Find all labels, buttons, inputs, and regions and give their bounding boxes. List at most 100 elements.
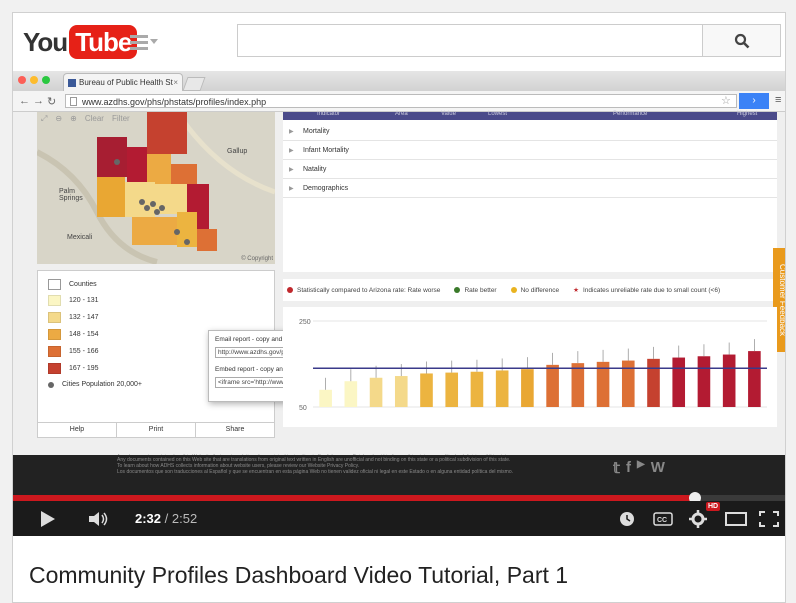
clock-icon	[620, 511, 634, 526]
volume-icon	[89, 511, 108, 526]
chart-bar	[672, 357, 686, 407]
y-tick-label: 50	[299, 405, 307, 412]
chart-svg: 50 250	[299, 319, 767, 412]
map-toolbar: ⤢ ⊖ ⊕ Clear Filter	[41, 114, 130, 123]
forward-icon: →	[33, 95, 44, 107]
county-region	[97, 137, 127, 177]
gear-icon	[689, 509, 707, 528]
social-icons: 𝕥 f ▶ W	[613, 459, 665, 477]
footer-disclaimer: Any documents contained on this Web site…	[117, 457, 514, 475]
chart-bar	[748, 351, 761, 407]
hd-badge: HD	[706, 502, 721, 511]
print-button[interactable]: Print	[117, 423, 196, 437]
browser-tab: Bureau of Public Health St ×	[63, 73, 183, 91]
legend-title: Counties	[48, 279, 97, 290]
chart-bar	[369, 377, 383, 407]
guide-menu-icon[interactable]	[130, 35, 158, 51]
video-frame-bottom: Any documents contained on this Web site…	[13, 455, 785, 495]
zoom-out-icon: ⊖	[55, 114, 63, 123]
chart-bar	[319, 389, 332, 407]
youtube-icon: ▶	[636, 459, 645, 470]
play-button[interactable]	[37, 501, 57, 536]
y-tick-label: 250	[299, 319, 311, 326]
table-header: Indicator Area Value Lowest Performance …	[283, 111, 777, 120]
watch-later-button[interactable]	[619, 501, 635, 536]
window-controls	[18, 76, 50, 84]
fullscreen-button[interactable]	[759, 501, 779, 536]
reload-icon: ↻	[47, 96, 57, 108]
search-button[interactable]	[703, 24, 781, 57]
bookmark-star-icon: ☆	[721, 95, 731, 107]
legend-cities: Cities Population 20,000+	[48, 381, 142, 388]
captions-icon: CC	[653, 511, 673, 526]
chart-bar	[697, 356, 711, 407]
city-dot-icon	[48, 381, 54, 388]
expand-arrow-icon: ▶	[289, 166, 294, 173]
legend-item: 148 - 154	[48, 329, 99, 340]
theater-icon	[725, 511, 747, 526]
fullscreen-icon	[759, 510, 779, 527]
map-place-label: Gallup	[227, 148, 248, 155]
chart-bar	[571, 363, 585, 407]
table-row[interactable]: ▶ Mortality	[283, 122, 777, 141]
theater-mode-button[interactable]	[725, 501, 747, 536]
legend-swatch	[48, 363, 61, 374]
chart-bar	[495, 370, 509, 407]
table-row[interactable]: ▶ Demographics	[283, 179, 777, 198]
legend-item: 155 - 166	[48, 346, 99, 357]
back-icon: ←	[19, 95, 30, 107]
chart-bar	[647, 358, 660, 407]
settings-button[interactable]	[689, 501, 707, 536]
address-bar: www.azdhs.gov/phs/phstats/profiles/index…	[65, 94, 737, 108]
youtube-logo[interactable]: You Tube	[23, 25, 138, 59]
browser-tabbar: Bureau of Public Health St ×	[13, 71, 785, 91]
play-icon	[41, 510, 55, 527]
county-map: ⤢ ⊖ ⊕ Clear Filter Gallup Palm Springs M…	[37, 112, 275, 264]
dashboard-page: ⤢ ⊖ ⊕ Clear Filter Gallup Palm Springs M…	[13, 111, 785, 472]
search-input[interactable]	[237, 24, 703, 57]
chart-bar	[521, 369, 534, 407]
key-item: Statistically compared to Arizona rate: …	[287, 287, 440, 294]
chart-bar	[344, 381, 358, 407]
comparison-chart: 50 250	[283, 307, 777, 427]
youtube-page: You Tube Bureau of Public Health St × ← …	[12, 12, 786, 603]
asterisk-icon: ★	[573, 287, 579, 294]
table-row[interactable]: ▶ Infant Mortality	[283, 141, 777, 160]
wordpress-icon: W	[650, 459, 665, 476]
facebook-icon: f	[625, 459, 631, 476]
player-controls: 2:32 / 2:52 CC HD	[13, 501, 785, 536]
captions-button[interactable]: CC	[653, 501, 673, 536]
browser-toolbar: ← → ↻ www.azdhs.gov/phs/phstats/profiles…	[13, 91, 785, 112]
chart-bar	[420, 373, 433, 407]
map-place-label: Mexicali	[67, 234, 93, 241]
legend-item: 132 - 147	[48, 312, 99, 323]
map-copyright: © Copyright	[241, 256, 273, 262]
checkbox-icon	[48, 279, 61, 290]
time-display: 2:32 / 2:52	[135, 511, 198, 526]
volume-button[interactable]	[87, 501, 111, 536]
significance-key: Statistically compared to Arizona rate: …	[283, 279, 777, 301]
expand-arrow-icon: ▶	[289, 128, 294, 135]
chart-bar	[445, 372, 459, 407]
chart-bar	[621, 360, 635, 407]
expand-arrow-icon: ▶	[289, 185, 294, 192]
zoom-in-icon: ⊕	[70, 114, 77, 123]
legend-item: 167 - 195	[48, 363, 99, 374]
key-item: ★ Indicates unreliable rate due to small …	[573, 286, 721, 295]
page-icon	[70, 97, 77, 106]
youtube-header: You Tube	[13, 13, 785, 71]
twitter-icon: 𝕥	[613, 460, 620, 477]
legend-item: 120 - 131	[48, 295, 99, 306]
svg-text:CC: CC	[657, 517, 667, 524]
table-row[interactable]: ▶ Natality	[283, 160, 777, 179]
legend-swatch	[48, 346, 61, 357]
new-tab-icon	[182, 77, 206, 91]
legend-swatch	[48, 329, 61, 340]
browser-menu-icon: ≡	[775, 94, 782, 106]
video-player[interactable]: Bureau of Public Health St × ← → ↻ www.a…	[13, 71, 785, 536]
legend-swatch	[48, 295, 61, 306]
legend-actions: Help Print Share	[38, 422, 274, 437]
recorded-browser-window: Bureau of Public Health St × ← → ↻ www.a…	[13, 71, 785, 472]
share-button[interactable]: Share	[196, 423, 274, 437]
help-button[interactable]: Help	[38, 423, 117, 437]
